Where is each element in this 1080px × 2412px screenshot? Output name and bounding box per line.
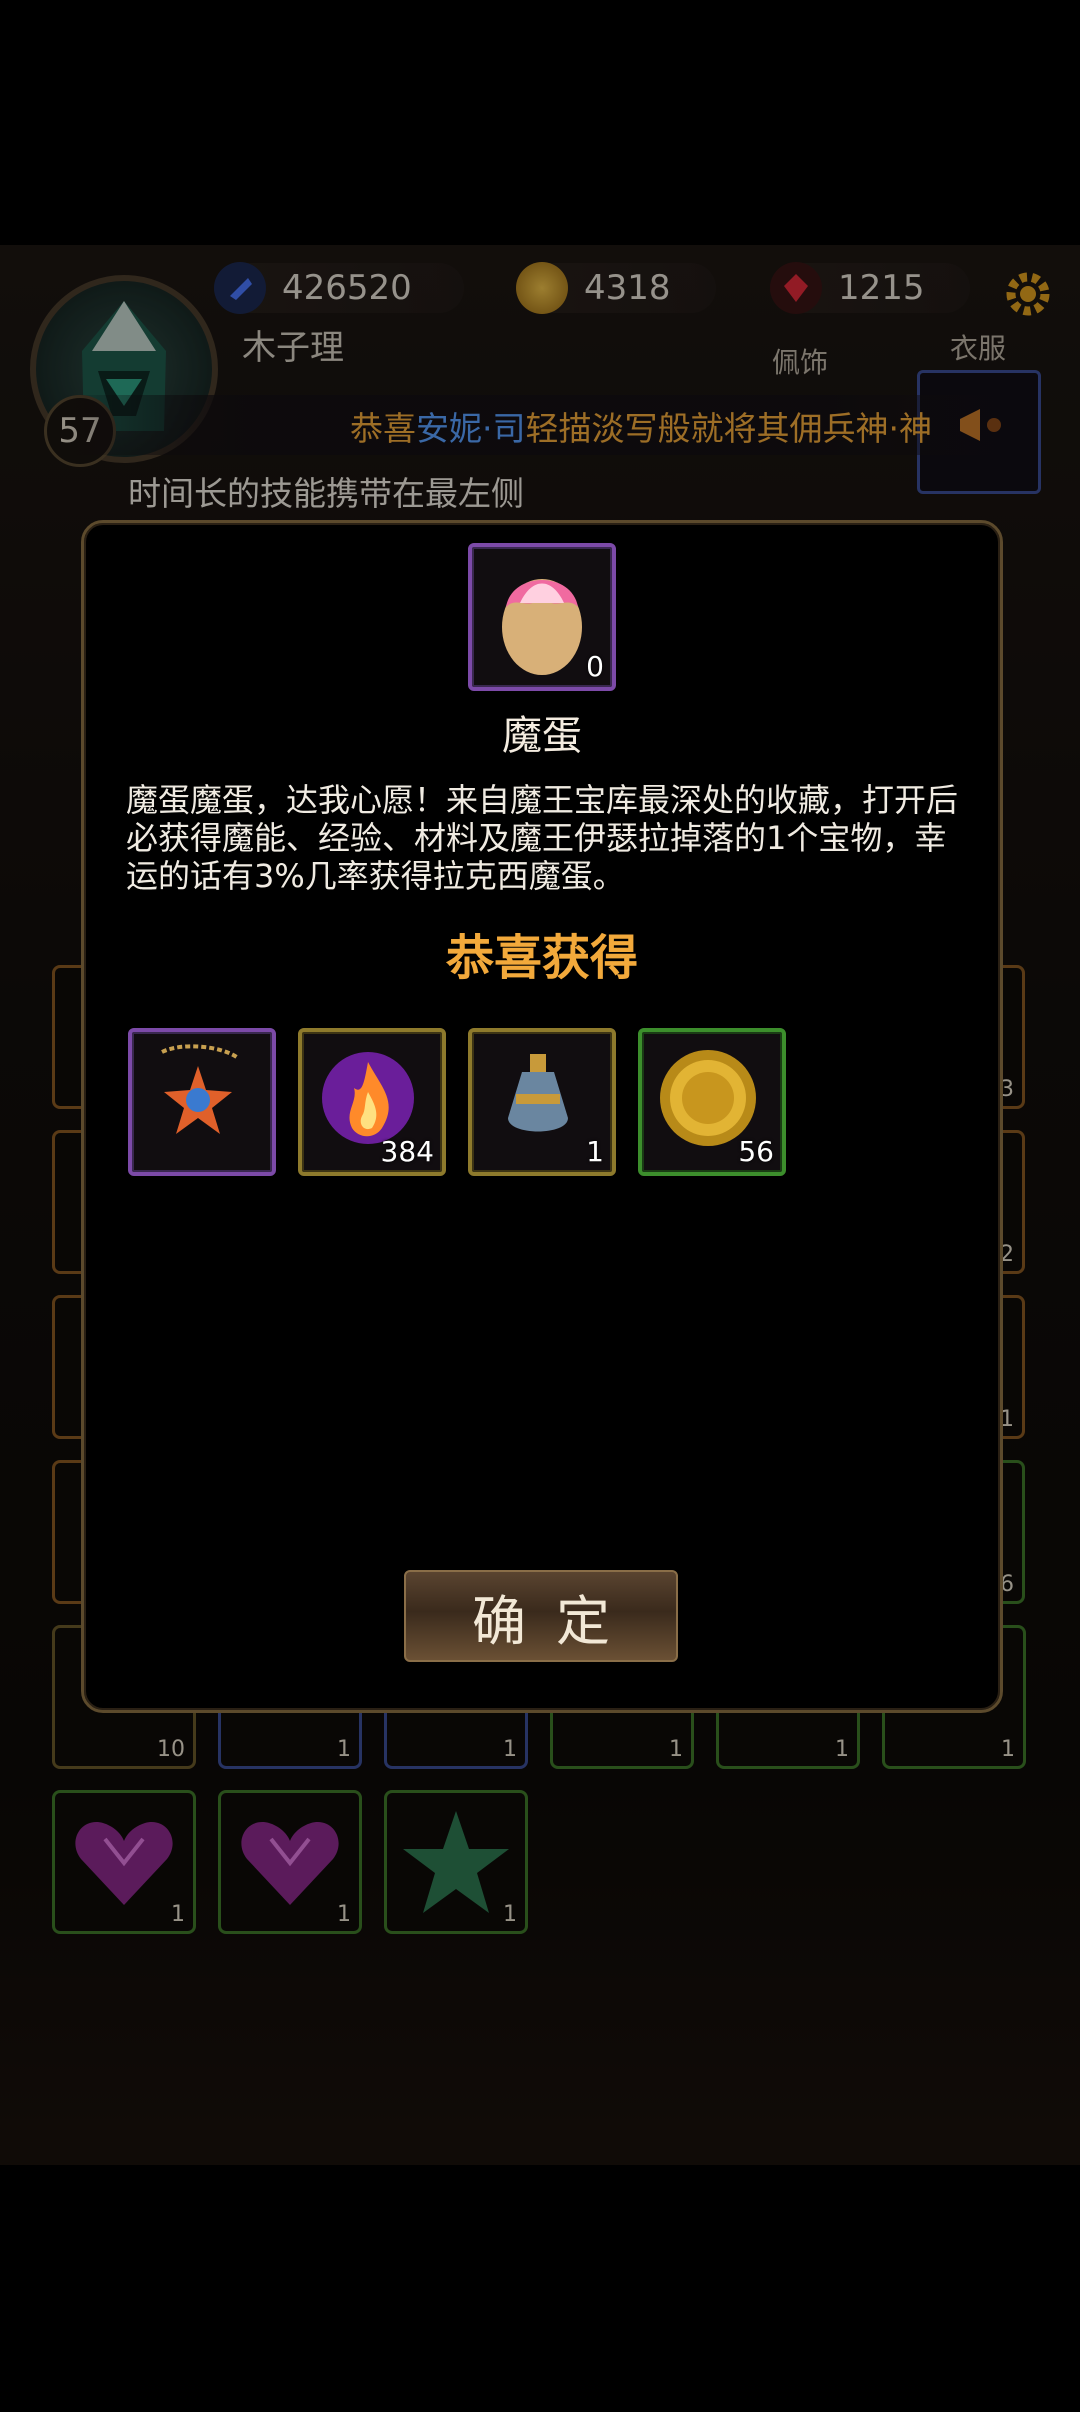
reward-item[interactable]: 1 [468, 1028, 616, 1176]
item-description: 魔蛋魔蛋，达我心愿！来自魔王宝库最深处的收藏，打开后必获得魔能、经验、材料及魔王… [126, 781, 959, 895]
reward-item[interactable] [128, 1028, 276, 1176]
congrats-title: 恭喜获得 [445, 930, 638, 986]
reward-item[interactable]: 384 [298, 1028, 446, 1176]
reward-count: 1 [586, 1135, 604, 1168]
magic-egg-item: 0 [468, 543, 616, 691]
reward-count: 56 [738, 1135, 774, 1168]
potion-bottle-icon [508, 1054, 568, 1132]
reward-item[interactable]: 56 [638, 1028, 786, 1176]
reward-dialog: 0 魔蛋 魔蛋魔蛋，达我心愿！来自魔王宝库最深处的收藏，打开后必获得魔能、经验、… [81, 520, 1003, 1713]
confirm-button[interactable]: 确定 [404, 1570, 678, 1662]
reward-count: 384 [380, 1135, 434, 1168]
star-amulet-icon [161, 1044, 240, 1134]
magic-egg-count: 0 [586, 650, 604, 683]
item-title: 魔蛋 [502, 713, 582, 759]
